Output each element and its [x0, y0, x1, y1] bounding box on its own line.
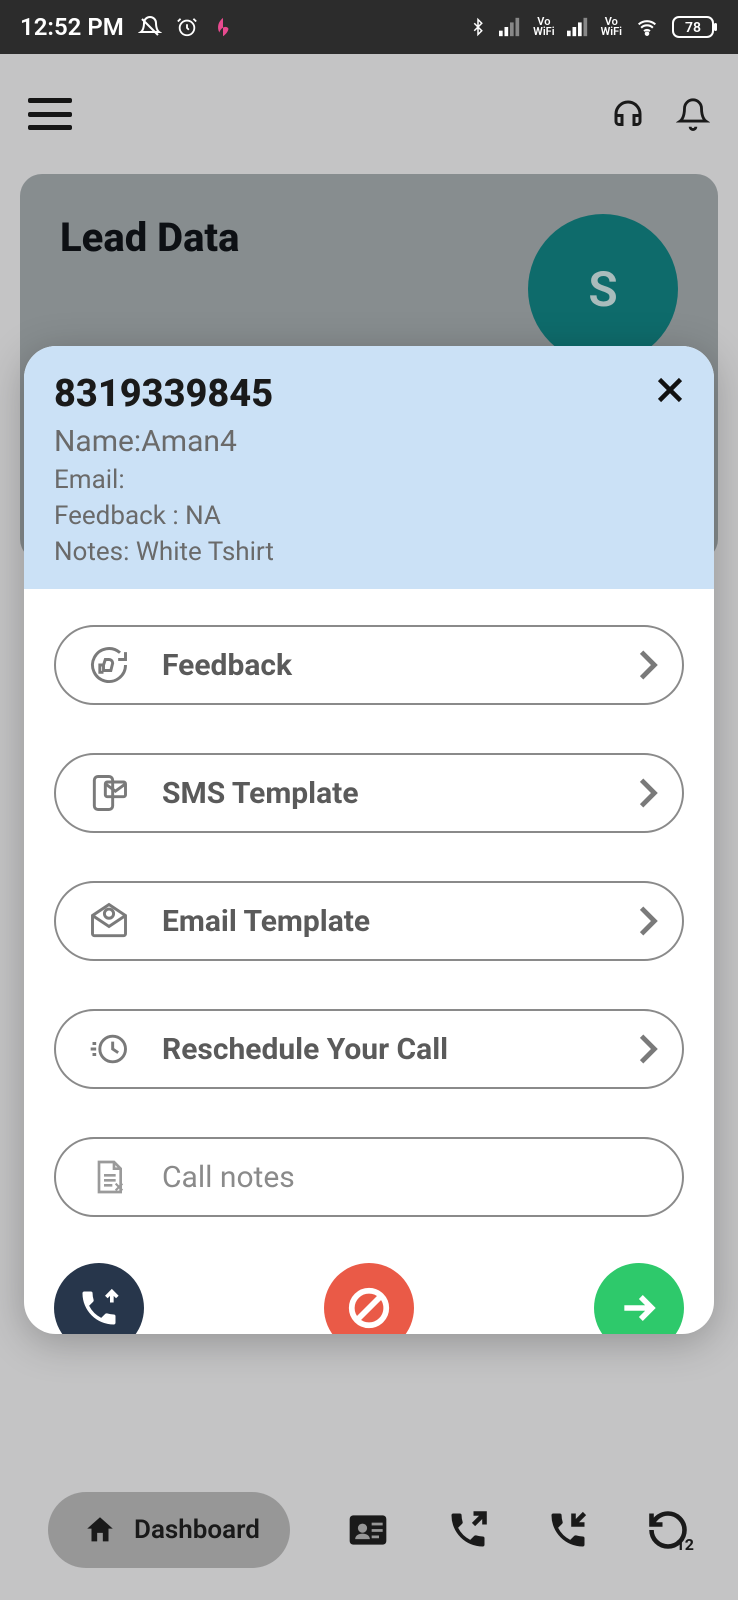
row-email-label: Email Template — [162, 904, 370, 939]
modal-name: Name:Aman4 — [54, 424, 684, 459]
chevron-right-icon — [638, 905, 658, 937]
row-feedback-label: Feedback — [162, 648, 292, 683]
chevron-right-icon — [638, 777, 658, 809]
block-button[interactable] — [324, 1263, 414, 1334]
sms-icon — [84, 768, 134, 818]
alarm-icon — [176, 16, 198, 38]
modal-header: 8319339845 Name:Aman4 Email: Feedback : … — [24, 346, 714, 589]
modal-feedback: Feedback : NA — [54, 501, 684, 531]
row-sms-label: SMS Template — [162, 776, 359, 811]
modal-phone: 8319339845 — [54, 372, 684, 416]
row-email[interactable]: Email Template — [54, 881, 684, 961]
clock-icon — [84, 1024, 134, 1074]
wifi-icon — [634, 17, 660, 37]
row-callnotes[interactable]: Call notes — [54, 1137, 684, 1217]
mute-icon — [138, 15, 162, 39]
chevron-right-icon — [638, 649, 658, 681]
signal2-icon — [567, 17, 589, 37]
svg-text:78: 78 — [685, 20, 701, 36]
email-icon — [84, 896, 134, 946]
app-icon — [212, 16, 234, 38]
feedback-icon — [84, 640, 134, 690]
bluetooth-icon — [469, 15, 487, 39]
vowifi2-icon: VoWiFi — [601, 17, 622, 37]
row-feedback[interactable]: Feedback — [54, 625, 684, 705]
modal-notes: Notes: White Tshirt — [54, 537, 684, 567]
signal-icon — [499, 17, 521, 37]
close-button[interactable] — [648, 368, 692, 412]
next-button[interactable] — [594, 1263, 684, 1334]
status-time: 12:52 PM — [20, 13, 124, 41]
modal-email: Email: — [54, 465, 684, 495]
chevron-right-icon — [638, 1033, 658, 1065]
row-reschedule[interactable]: Reschedule Your Call — [54, 1009, 684, 1089]
vowifi-icon: VoWiFi — [533, 17, 554, 37]
lead-action-modal: 8319339845 Name:Aman4 Email: Feedback : … — [24, 346, 714, 1334]
battery-icon: 78 — [672, 15, 718, 39]
row-sms[interactable]: SMS Template — [54, 753, 684, 833]
note-icon — [84, 1152, 134, 1202]
callback-button[interactable] — [54, 1263, 144, 1334]
row-reschedule-label: Reschedule Your Call — [162, 1032, 448, 1067]
status-bar: 12:52 PM VoWiFi VoWiFi 78 — [0, 0, 738, 54]
row-callnotes-label: Call notes — [162, 1160, 295, 1195]
